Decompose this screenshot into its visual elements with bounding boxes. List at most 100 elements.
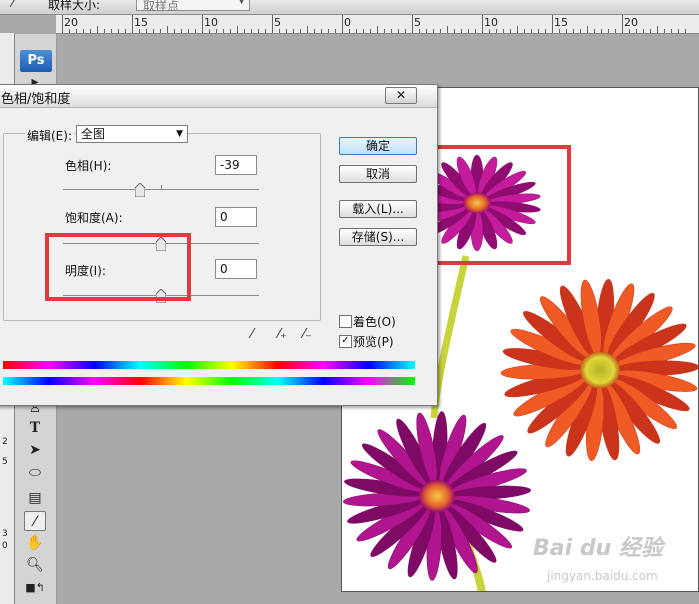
photoshop-logo[interactable]: Ps bbox=[20, 50, 52, 72]
ruler-minor-tick bbox=[454, 29, 455, 33]
ruler-minor-tick bbox=[356, 29, 357, 33]
ruler-minor-tick bbox=[251, 29, 252, 33]
hue-slider-thumb[interactable] bbox=[134, 183, 145, 197]
sample-size-select[interactable]: 取样点 ▼ bbox=[136, 0, 250, 13]
ruler-minor-tick bbox=[643, 29, 644, 33]
flower-center bbox=[580, 351, 620, 389]
hue-center-tick bbox=[161, 185, 162, 190]
edit-label: 编辑(E): bbox=[25, 127, 74, 144]
zoom-tool-icon[interactable]: 🔍︎ bbox=[24, 555, 46, 575]
ruler-minor-tick bbox=[230, 29, 231, 33]
ruler-minor-tick bbox=[517, 26, 518, 33]
cancel-button[interactable]: 取消 bbox=[339, 165, 417, 183]
notes-tool-icon[interactable]: ▤ bbox=[24, 488, 46, 508]
horizontal-ruler: 20 15 10 5 0 5 10 15 20 bbox=[56, 15, 699, 34]
ruler-minor-tick bbox=[307, 26, 308, 33]
ruler-number: 3 bbox=[2, 529, 8, 539]
highlight-box-canvas bbox=[423, 145, 571, 265]
ruler-minor-tick bbox=[573, 29, 574, 33]
hue-saturation-dialog: 色相/饱和度 ✕ 编辑(E): 全图 ▼ 色相(H): -39 饱和度(A): … bbox=[0, 84, 438, 406]
ruler-minor-tick bbox=[447, 26, 448, 33]
ruler-minor-tick bbox=[153, 29, 154, 33]
ruler-minor-tick bbox=[384, 29, 385, 33]
watermark-url: jingyan.baidu.com bbox=[547, 569, 658, 583]
edit-range-select[interactable]: 全图 ▼ bbox=[76, 125, 188, 143]
preview-checkbox[interactable]: ✓ bbox=[339, 335, 352, 348]
close-button[interactable]: ✕ bbox=[385, 87, 417, 104]
ruler-number: 0 bbox=[2, 541, 8, 551]
baidu-watermark: Bai du 经验 bbox=[533, 536, 663, 561]
ruler-major-tick bbox=[622, 15, 623, 33]
ruler-minor-tick bbox=[559, 29, 560, 33]
edit-range-value: 全图 bbox=[81, 127, 106, 141]
ruler-minor-tick bbox=[503, 29, 504, 33]
ellipse-tool-icon[interactable]: ⬭ bbox=[24, 463, 46, 483]
ruler-minor-tick bbox=[678, 29, 679, 33]
colorize-checkbox[interactable] bbox=[339, 315, 352, 328]
ruler-minor-tick bbox=[370, 29, 371, 33]
ruler-minor-tick bbox=[524, 29, 525, 33]
ruler-minor-tick bbox=[160, 29, 161, 33]
ruler-minor-tick bbox=[69, 29, 70, 33]
hue-input[interactable]: -39 bbox=[215, 155, 257, 175]
ruler-minor-tick bbox=[636, 29, 637, 33]
type-tool-icon[interactable]: T bbox=[24, 418, 46, 438]
ruler-minor-tick bbox=[167, 26, 168, 33]
ruler-minor-tick bbox=[433, 29, 434, 33]
ruler-minor-tick bbox=[426, 29, 427, 33]
subtract-from-sample-eyedropper-icon[interactable]: ⁄₋ bbox=[303, 327, 319, 343]
ruler-minor-tick bbox=[188, 29, 189, 33]
color-swatch-icon[interactable]: ■↰ bbox=[24, 578, 46, 598]
ruler-minor-tick bbox=[174, 29, 175, 33]
source-hue-bar bbox=[3, 361, 415, 369]
ruler-number: 5 bbox=[414, 16, 421, 29]
ok-button[interactable]: 确定 bbox=[339, 137, 417, 155]
sample-size-value: 取样点 bbox=[143, 0, 180, 13]
add-to-sample-eyedropper-icon[interactable]: ⁄₊ bbox=[278, 327, 294, 343]
hand-tool-icon[interactable]: ✋ bbox=[24, 533, 46, 553]
ruler-number: 2 bbox=[2, 437, 8, 447]
ruler-major-tick bbox=[552, 15, 553, 33]
ruler-minor-tick bbox=[76, 29, 77, 33]
colorize-label: 着色(O) bbox=[353, 315, 396, 329]
ruler-number: 5 bbox=[2, 457, 8, 467]
saturation-input[interactable]: 0 bbox=[215, 207, 257, 227]
ruler-minor-tick bbox=[601, 29, 602, 33]
ruler-minor-tick bbox=[594, 29, 595, 33]
ruler-minor-tick bbox=[650, 29, 651, 33]
ruler-major-tick bbox=[132, 15, 133, 33]
ruler-number: 10 bbox=[484, 16, 498, 29]
ruler-major-tick bbox=[482, 15, 483, 33]
ruler-minor-tick bbox=[580, 29, 581, 33]
ruler-number: 20 bbox=[624, 16, 638, 29]
eyedropper-icon[interactable]: ⁄ bbox=[12, 0, 30, 12]
eyedropper-tool-icon[interactable]: ⁄ bbox=[24, 511, 46, 531]
eyedropper-icon[interactable]: ⁄ bbox=[251, 327, 267, 343]
ruler-major-tick bbox=[412, 15, 413, 33]
ruler-minor-tick bbox=[510, 29, 511, 33]
ruler-minor-tick bbox=[496, 29, 497, 33]
ruler-minor-tick bbox=[538, 29, 539, 33]
path-selection-icon[interactable]: ➤ bbox=[24, 440, 46, 460]
lightness-input[interactable]: 0 bbox=[215, 259, 257, 279]
ruler-minor-tick bbox=[146, 29, 147, 33]
ruler-minor-tick bbox=[398, 29, 399, 33]
ruler-minor-tick bbox=[293, 29, 294, 33]
ruler-minor-tick bbox=[244, 29, 245, 33]
ruler-minor-tick bbox=[223, 29, 224, 33]
save-button[interactable]: 存储(S)... bbox=[339, 228, 417, 246]
dialog-titlebar[interactable]: 色相/饱和度 ✕ bbox=[0, 85, 437, 108]
highlight-box-hue bbox=[45, 233, 191, 301]
ruler-minor-tick bbox=[328, 29, 329, 33]
saturation-label: 饱和度(A): bbox=[65, 211, 123, 225]
ruler-major-tick bbox=[272, 15, 273, 33]
load-button[interactable]: 载入(L)... bbox=[339, 200, 417, 218]
ruler-minor-tick bbox=[90, 29, 91, 33]
chevron-down-icon: ▼ bbox=[176, 129, 183, 139]
ruler-minor-tick bbox=[657, 26, 658, 33]
hue-label: 色相(H): bbox=[65, 159, 112, 173]
ruler-minor-tick bbox=[125, 29, 126, 33]
ruler-minor-tick bbox=[566, 29, 567, 33]
ruler-minor-tick bbox=[321, 29, 322, 33]
ruler-minor-tick bbox=[216, 29, 217, 33]
